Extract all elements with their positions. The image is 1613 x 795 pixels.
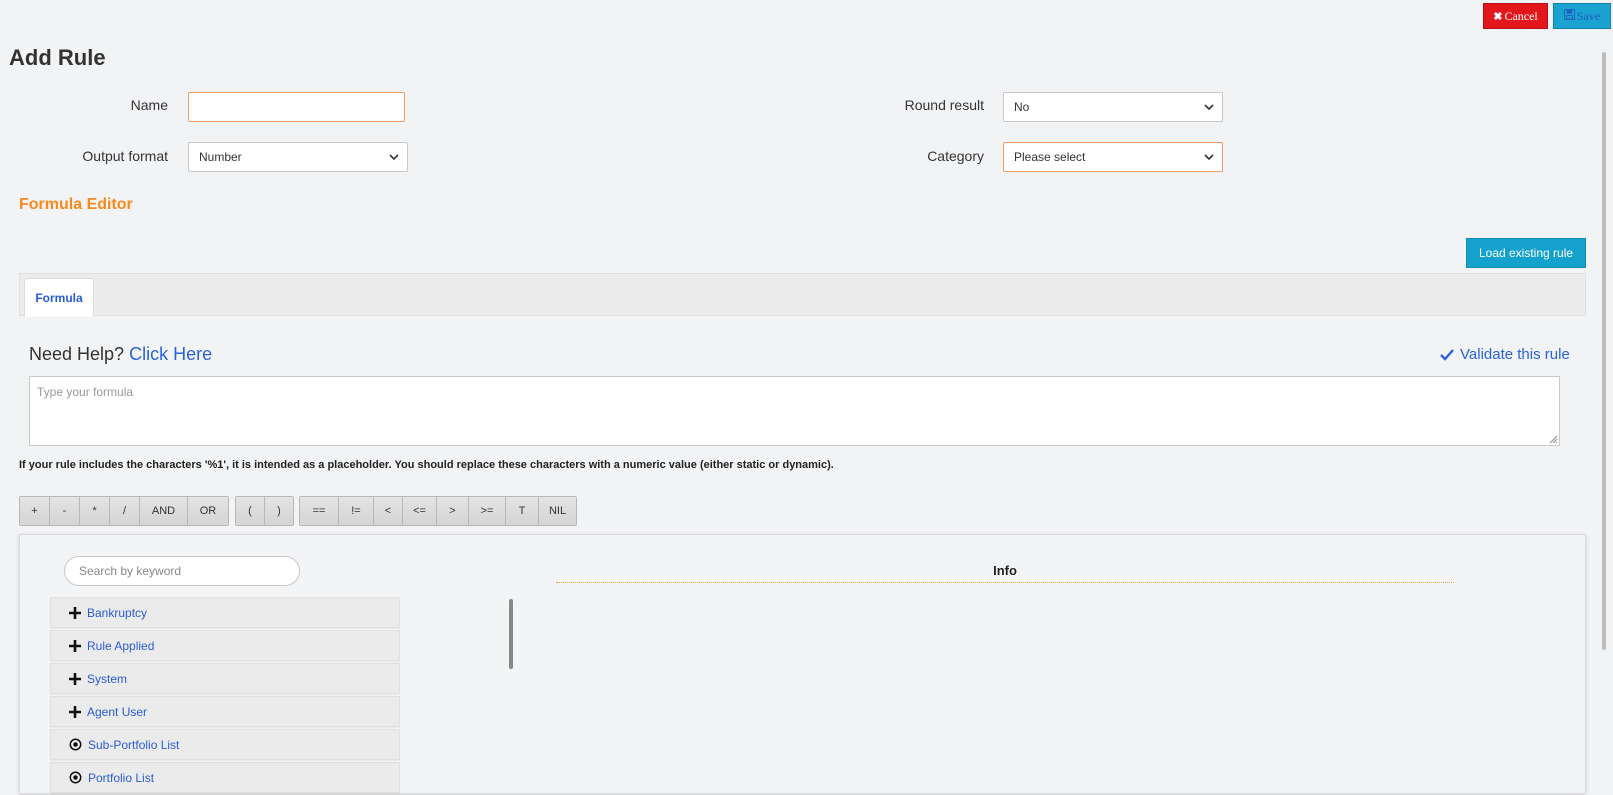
operator-divide-button[interactable]: / (110, 497, 140, 525)
operator-less-than-button[interactable]: < (374, 497, 403, 525)
list-item-label: Portfolio List (88, 770, 155, 785)
cancel-label: Cancel (1504, 8, 1538, 23)
round-result-value: No (1014, 100, 1030, 114)
plus-icon (69, 606, 81, 619)
operator-open-paren-button[interactable]: ( (236, 497, 265, 525)
operator-multiply-button[interactable]: * (80, 497, 110, 525)
formula-placeholder: Type your formula (37, 385, 134, 399)
list-item-bankruptcy[interactable]: Bankruptcy (50, 597, 400, 628)
search-placeholder: Search by keyword (79, 564, 182, 578)
field-list: Bankruptcy Rule Applied System Agent Use… (50, 597, 400, 795)
list-item-sub-portfolio-list[interactable]: Sub-Portfolio List (50, 729, 400, 760)
placeholder-note: If your rule includes the characters '%1… (19, 459, 834, 471)
operator-minus-button[interactable]: - (50, 497, 80, 525)
save-button[interactable]: Save (1553, 3, 1611, 29)
round-result-select[interactable]: No (1003, 92, 1223, 122)
tab-formula[interactable]: Formula (24, 278, 94, 317)
radio-target-icon (69, 738, 82, 751)
validate-label: Validate this rule (1460, 346, 1570, 363)
list-item-label: Rule Applied (87, 638, 155, 653)
operator-close-paren-button[interactable]: ) (265, 497, 293, 525)
save-label: Save (1576, 8, 1601, 23)
formula-editor-title: Formula Editor (19, 196, 133, 213)
help-prefix: Need Help? (29, 344, 125, 364)
chevron-down-icon (1204, 104, 1214, 111)
radio-target-icon (69, 771, 82, 784)
name-input[interactable] (188, 92, 405, 122)
info-title: Info (993, 563, 1017, 578)
help-link[interactable]: Click Here (129, 344, 212, 364)
page-title: Add Rule (9, 45, 106, 70)
plus-icon (69, 705, 81, 718)
tab-bar: Formula (19, 273, 1586, 317)
operator-group-compare: == != < <= > >= T NIL (299, 496, 577, 526)
round-result-label: Round result (904, 97, 984, 113)
list-item-agent-user[interactable]: Agent User (50, 696, 400, 727)
close-icon: ✖ (1493, 10, 1503, 23)
output-format-label: Output format (82, 148, 168, 164)
output-format-select[interactable]: Number (188, 142, 408, 172)
operator-and-button[interactable]: AND (140, 497, 188, 525)
category-select[interactable]: Please select (1003, 142, 1223, 172)
check-icon (1440, 348, 1454, 361)
list-item-system[interactable]: System (50, 663, 400, 694)
operator-group-parens: ( ) (235, 496, 294, 526)
list-scrollbar[interactable] (509, 599, 513, 669)
list-item-label: Agent User (87, 704, 148, 719)
operator-true-button[interactable]: T (506, 497, 539, 525)
list-item-label: Bankruptcy (87, 605, 148, 620)
validate-rule-link[interactable]: Validate this rule (1440, 346, 1570, 363)
category-label: Category (927, 148, 984, 164)
plus-icon (69, 672, 81, 685)
page-scrollbar[interactable] (1602, 52, 1606, 650)
operator-not-equals-button[interactable]: != (339, 497, 374, 525)
load-existing-rule-button[interactable]: Load existing rule (1466, 238, 1586, 268)
info-divider (556, 582, 1454, 583)
operator-less-equal-button[interactable]: <= (403, 497, 437, 525)
formula-textarea[interactable]: Type your formula (29, 376, 1560, 446)
operator-or-button[interactable]: OR (188, 497, 228, 525)
operator-greater-than-button[interactable]: > (437, 497, 469, 525)
keyword-search-input[interactable]: Search by keyword (64, 556, 300, 586)
field-browser-panel: Search by keyword Bankruptcy Rule Applie… (19, 534, 1586, 794)
list-item-label: System (87, 671, 128, 686)
output-format-value: Number (199, 150, 242, 164)
resize-handle-icon[interactable] (1548, 434, 1558, 444)
plus-icon (69, 639, 81, 652)
chevron-down-icon (389, 154, 399, 161)
operator-plus-button[interactable]: + (20, 497, 50, 525)
list-item-portfolio-list[interactable]: Portfolio List (50, 762, 400, 793)
operator-nil-button[interactable]: NIL (539, 497, 576, 525)
name-label: Name (130, 97, 168, 113)
cancel-button[interactable]: ✖ Cancel (1483, 3, 1548, 29)
list-item-label: Sub-Portfolio List (88, 737, 180, 752)
floppy-icon (1563, 8, 1575, 24)
category-value: Please select (1014, 150, 1086, 164)
operator-group-arith: + - * / AND OR (19, 496, 229, 526)
operator-equals-button[interactable]: == (300, 497, 339, 525)
chevron-down-icon (1204, 154, 1214, 161)
list-item-rule-applied[interactable]: Rule Applied (50, 630, 400, 661)
operator-greater-equal-button[interactable]: >= (469, 497, 506, 525)
help-text: Need Help? Click Here (29, 344, 212, 365)
